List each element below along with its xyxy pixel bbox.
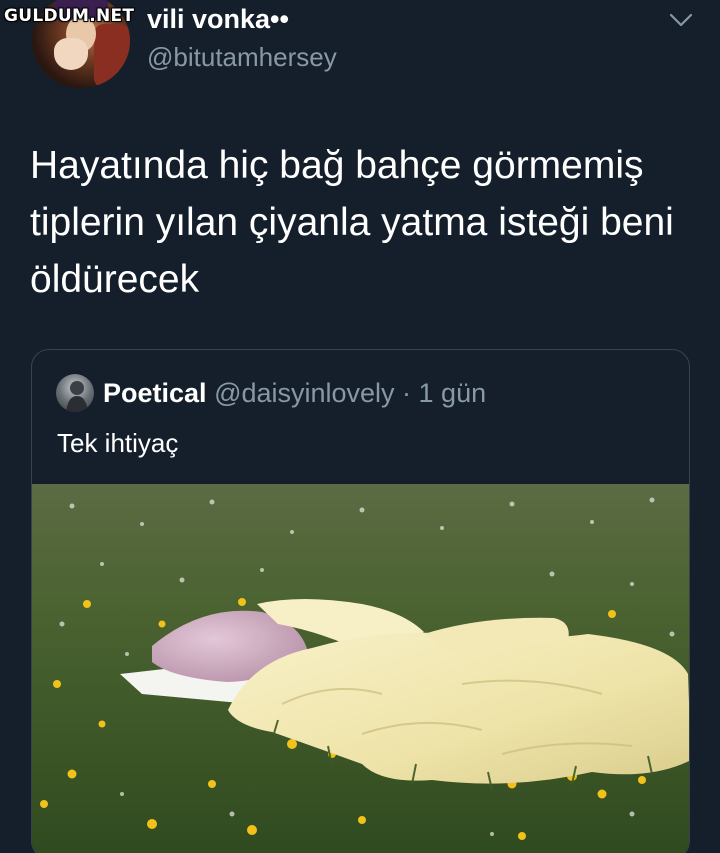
quoted-photo[interactable] [32, 484, 690, 853]
tweet-text: Hayatında hiç bağ bahçe görmemiş tipleri… [30, 137, 700, 308]
tweet-text-line: öldürecek [30, 258, 200, 301]
author-handle[interactable]: @bitutamhersey [147, 42, 337, 73]
tweet-text-line: Hayatında hiç bağ bahçe görmemiş [30, 144, 644, 187]
author-display-name[interactable]: vili vonka•• [147, 4, 289, 35]
chevron-down-icon[interactable] [668, 10, 694, 30]
tweet: GULDUM.NET vili vonka•• @bitutamhersey H… [0, 0, 720, 853]
watermark: GULDUM.NET [4, 6, 135, 26]
quoted-text: Tek ihtiyaç [57, 428, 179, 458]
avatar-figure-icon [66, 381, 88, 412]
quoted-tweet-card[interactable]: Poetical @daisyinlovely · 1 gün Tek ihti… [31, 349, 690, 853]
tweet-text-line: tiplerin yılan çiyanla yatma isteği beni [30, 201, 674, 244]
quoted-author-avatar [56, 374, 94, 412]
quoted-header: Poetical @daisyinlovely · 1 gün [103, 378, 486, 409]
quoted-handle-time: @daisyinlovely · 1 gün [214, 378, 487, 408]
avatar-hand [54, 38, 88, 70]
quoted-display-name: Poetical [103, 378, 207, 408]
avatar-coat [94, 24, 130, 88]
